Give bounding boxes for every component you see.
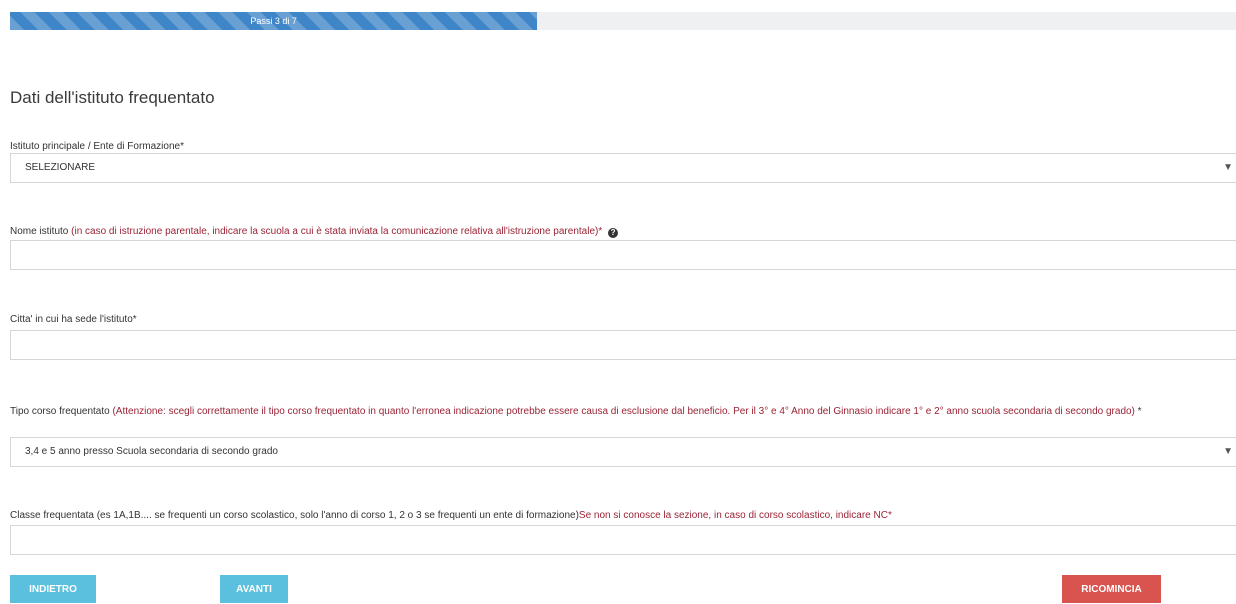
chevron-down-icon: ▼ — [1223, 162, 1233, 173]
istituto-select[interactable]: SELEZIONARE ▼ — [10, 153, 1236, 183]
back-button[interactable]: INDIETRO — [10, 575, 96, 603]
nome-istituto-input[interactable] — [10, 240, 1236, 270]
citta-input[interactable] — [10, 330, 1236, 360]
tipo-corso-select-value: 3,4 e 5 anno presso Scuola secondaria di… — [25, 446, 278, 457]
tipo-corso-label-text: Tipo corso frequentato — [10, 406, 110, 417]
tipo-corso-label: Tipo corso frequentato (Attenzione: sceg… — [10, 405, 1225, 419]
question-circle-icon[interactable]: ? — [608, 228, 619, 238]
nome-istituto-label: Nome istituto (in caso di istruzione par… — [10, 225, 619, 239]
classe-input[interactable] — [10, 525, 1236, 555]
progress-fill: Passi 3 di 7 — [10, 12, 538, 30]
istituto-select-value: SELEZIONARE — [25, 162, 96, 173]
nome-istituto-label-text: Nome istituto — [10, 226, 69, 237]
citta-label: Citta' in cui ha sede l'istituto* — [10, 314, 137, 325]
section-title: Dati dell'istituto frequentato — [10, 88, 215, 107]
tipo-corso-required: * — [1134, 406, 1142, 417]
classe-label-text: Classe frequentata (es 1A,1B.... se freq… — [10, 510, 579, 521]
tipo-corso-select[interactable]: 3,4 e 5 anno presso Scuola secondaria di… — [10, 437, 1236, 467]
restart-button[interactable]: RICOMINCIA — [1062, 575, 1161, 603]
classe-hint: Se non si conosce la sezione, in caso di… — [578, 510, 892, 521]
istituto-label: Istituto principale / Ente di Formazione… — [10, 141, 184, 152]
tipo-corso-hint: (Attenzione: scegli correttamente il tip… — [112, 406, 1135, 417]
classe-label: Classe frequentata (es 1A,1B.... se freq… — [10, 509, 892, 523]
chevron-down-icon: ▼ — [1223, 446, 1233, 457]
next-button[interactable]: AVANTI — [220, 575, 288, 603]
progress-bar: Passi 3 di 7 — [10, 12, 1236, 30]
progress-label: Passi 3 di 7 — [250, 16, 297, 26]
nome-istituto-hint: (in caso di istruzione parentale, indica… — [71, 226, 603, 237]
